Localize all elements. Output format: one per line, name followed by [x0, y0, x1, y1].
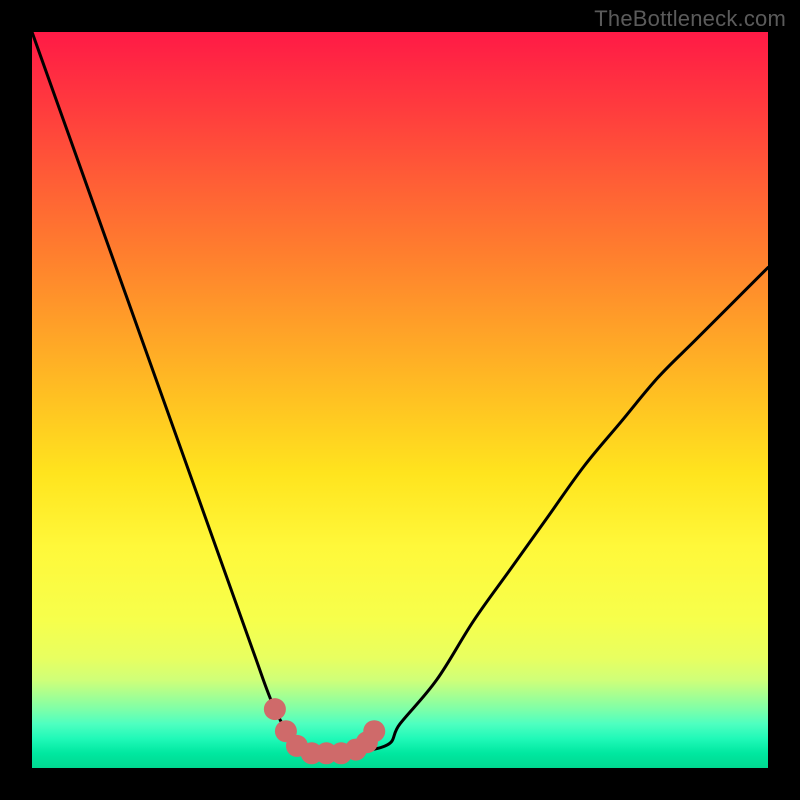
- plot-area: [32, 32, 768, 768]
- highlight-dot: [363, 720, 385, 742]
- curve-layer: [32, 32, 768, 768]
- watermark-text: TheBottleneck.com: [594, 6, 786, 32]
- highlight-dots: [264, 698, 385, 764]
- highlight-dot: [264, 698, 286, 720]
- bottleneck-curve: [32, 32, 768, 754]
- chart-canvas: TheBottleneck.com: [0, 0, 800, 800]
